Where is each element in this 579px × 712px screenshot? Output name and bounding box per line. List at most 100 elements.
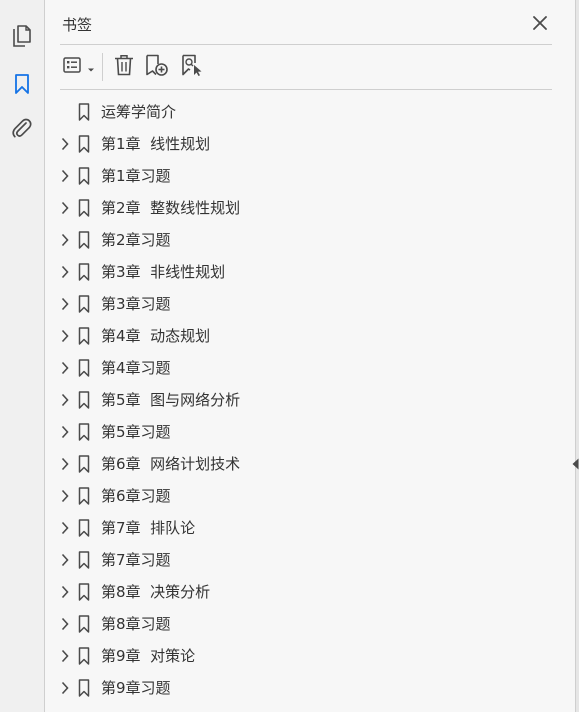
bookmark-label: 第1章习题 [101, 167, 171, 185]
bookmark-label: 第6章习题 [101, 487, 171, 505]
bookmark-item[interactable]: 第4章习题 [45, 352, 575, 384]
chevron-right-icon[interactable] [58, 552, 72, 568]
close-panel-button[interactable] [528, 12, 552, 36]
bookmark-item[interactable]: 第2章 整数线性规划 [45, 192, 575, 224]
chevron-right-icon[interactable] [58, 456, 72, 472]
bookmark-search-icon [181, 54, 205, 80]
collapse-arrow-icon[interactable] [572, 455, 579, 470]
bookmark-icon [78, 551, 90, 569]
bookmark-icon [78, 263, 90, 281]
bookmark-label: 第6章 网络计划技术 [101, 455, 241, 473]
bookmark-icon [78, 295, 90, 313]
chevron-right-icon[interactable] [58, 360, 72, 376]
navigation-rail [0, 0, 45, 712]
bookmark-icon [78, 455, 90, 473]
trash-icon [114, 54, 134, 80]
bookmark-item[interactable]: 第6章 网络计划技术 [45, 448, 575, 480]
bookmark-icon [78, 423, 90, 441]
bookmark-icon [78, 519, 90, 537]
attachments-button[interactable] [8, 116, 36, 144]
bookmark-item[interactable]: 第1章习题 [45, 160, 575, 192]
bookmark-label: 第4章习题 [101, 359, 171, 377]
chevron-right-icon[interactable] [58, 264, 72, 280]
bookmark-icon [78, 135, 90, 153]
chevron-right-icon[interactable] [58, 584, 72, 600]
attachments-icon [11, 117, 33, 143]
bookmark-label: 第7章习题 [101, 551, 171, 569]
bookmark-icon [78, 167, 90, 185]
bookmark-label: 第3章习题 [101, 295, 171, 313]
chevron-right-icon[interactable] [58, 232, 72, 248]
chevron-right-icon[interactable] [58, 392, 72, 408]
bookmark-item[interactable]: 运筹学简介 [45, 96, 575, 128]
chevron-right-icon[interactable] [58, 648, 72, 664]
bookmark-search-button[interactable] [180, 53, 206, 81]
bookmark-label: 第4章 动态规划 [101, 327, 211, 345]
chevron-right-icon[interactable] [58, 168, 72, 184]
bookmark-label: 第5章 图与网络分析 [101, 391, 241, 409]
new-bookmark-icon [145, 54, 169, 80]
bookmark-icon [78, 327, 90, 345]
bookmark-label: 第5章习题 [101, 423, 171, 441]
bookmark-label: 运筹学简介 [101, 103, 177, 121]
bookmark-item[interactable]: 第1章 线性规划 [45, 128, 575, 160]
bookmark-item[interactable]: 第3章习题 [45, 288, 575, 320]
chevron-down-icon [87, 58, 95, 77]
bookmark-label: 第2章 整数线性规划 [101, 199, 241, 217]
chevron-right-icon[interactable] [58, 616, 72, 632]
bookmark-label: 第8章习题 [101, 615, 171, 633]
chevron-right-icon[interactable] [58, 200, 72, 216]
list-options-icon [63, 57, 85, 77]
panel-title: 书签 [62, 16, 93, 34]
chevron-right-icon[interactable] [58, 488, 72, 504]
pages-icon [11, 24, 33, 52]
bookmark-icon [78, 103, 90, 121]
bookmarks-icon [14, 73, 30, 99]
bookmark-label: 第9章 对策论 [101, 647, 196, 665]
bookmarks-toolbar [60, 45, 552, 90]
bookmark-label: 第3章 非线性规划 [101, 263, 226, 281]
close-icon [533, 15, 547, 34]
chevron-right-icon[interactable] [58, 136, 72, 152]
bookmark-label: 第2章习题 [101, 231, 171, 249]
chevron-right-icon[interactable] [58, 328, 72, 344]
app-window: 书签 运筹学简介 第1章 线性规划 第1章习题 第2章 整数线性规划 第2章习题… [0, 0, 579, 712]
panel-resize-edge[interactable] [575, 0, 579, 712]
bookmark-item[interactable]: 第7章习题 [45, 544, 575, 576]
chevron-right-icon[interactable] [58, 520, 72, 536]
bookmark-icon [78, 359, 90, 377]
bookmark-icon [78, 487, 90, 505]
bookmark-item[interactable]: 第9章习题 [45, 672, 575, 704]
bookmark-item[interactable]: 第9章 对策论 [45, 640, 575, 672]
bookmarks-button[interactable] [8, 72, 36, 100]
bookmark-label: 第9章习题 [101, 679, 171, 697]
bookmark-label: 第7章 排队论 [101, 519, 196, 537]
bookmark-item[interactable]: 第6章习题 [45, 480, 575, 512]
chevron-right-icon[interactable] [58, 680, 72, 696]
new-bookmark-button[interactable] [144, 53, 170, 81]
toolbar-divider [102, 53, 103, 81]
bookmark-icon [78, 679, 90, 697]
bookmark-item[interactable]: 第5章习题 [45, 416, 575, 448]
options-menu-button[interactable] [60, 53, 98, 81]
bookmark-item[interactable]: 第8章 决策分析 [45, 576, 575, 608]
bookmark-icon [78, 391, 90, 409]
bookmarks-panel: 书签 运筹学简介 第1章 线性规划 第1章习题 第2章 整数线性规划 第2章习题… [45, 0, 575, 712]
bookmark-item[interactable]: 第3章 非线性规划 [45, 256, 575, 288]
delete-bookmark-button[interactable] [112, 53, 136, 81]
bookmark-item[interactable]: 第7章 排队论 [45, 512, 575, 544]
pages-button[interactable] [8, 24, 36, 52]
bookmark-item[interactable]: 第2章习题 [45, 224, 575, 256]
bookmark-icon [78, 199, 90, 217]
chevron-right-icon[interactable] [58, 296, 72, 312]
chevron-right-icon[interactable] [58, 424, 72, 440]
bookmark-label: 第8章 决策分析 [101, 583, 211, 601]
bookmark-label: 第1章 线性规划 [101, 135, 211, 153]
bookmark-item[interactable]: 第8章习题 [45, 608, 575, 640]
bookmark-icon [78, 583, 90, 601]
bookmark-icon [78, 231, 90, 249]
bookmark-item[interactable]: 第4章 动态规划 [45, 320, 575, 352]
bookmark-item[interactable]: 第5章 图与网络分析 [45, 384, 575, 416]
bookmark-icon [78, 647, 90, 665]
panel-header: 书签 [60, 6, 552, 45]
